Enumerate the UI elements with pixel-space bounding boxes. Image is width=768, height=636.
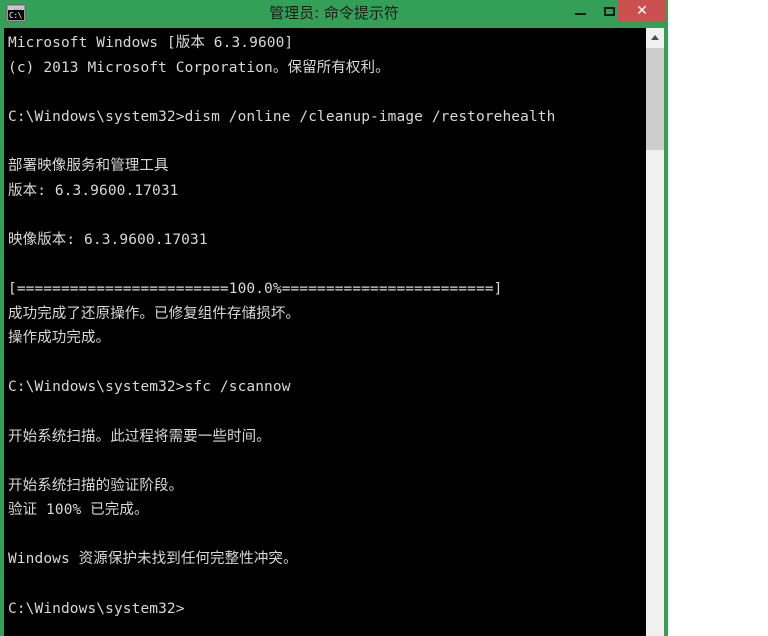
- title-bar[interactable]: ··· C:\ 管理员: 命令提示符 ✕: [0, 0, 668, 28]
- minimize-icon: [575, 13, 586, 15]
- console-output-area[interactable]: Microsoft Windows [版本 6.3.9600] (c) 2013…: [4, 28, 646, 636]
- scroll-up-button[interactable]: [646, 28, 664, 46]
- icon-prompt-text: C:\: [8, 10, 24, 20]
- scrollbar-thumb[interactable]: [646, 48, 664, 150]
- close-icon: ✕: [636, 3, 648, 19]
- minimize-button[interactable]: [566, 0, 595, 22]
- maximize-icon: [604, 7, 615, 16]
- console-output-text: Microsoft Windows [版本 6.3.9600] (c) 2013…: [8, 35, 556, 617]
- command-prompt-window: ··· C:\ 管理员: 命令提示符 ✕ Microsoft Windows […: [0, 0, 668, 636]
- close-button[interactable]: ✕: [618, 0, 666, 22]
- chevron-up-icon: [651, 35, 659, 40]
- console-window-icon: ··· C:\: [6, 4, 26, 22]
- vertical-scrollbar[interactable]: [646, 28, 664, 636]
